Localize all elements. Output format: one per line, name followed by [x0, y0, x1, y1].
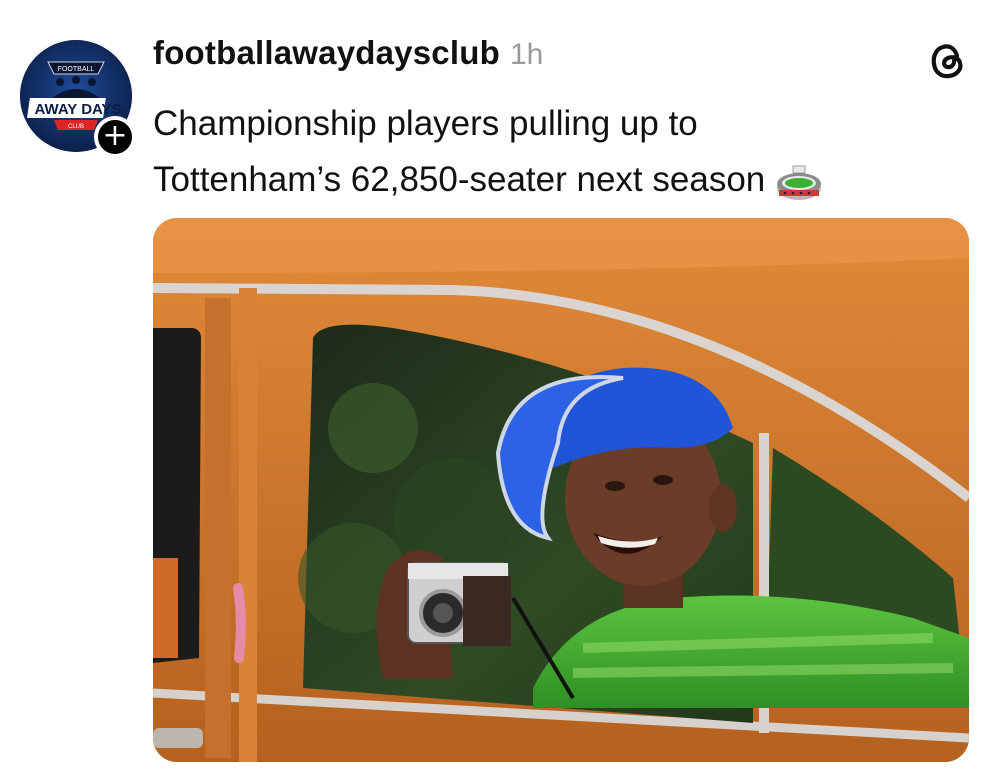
- svg-text:AWAY DAYS: AWAY DAYS: [35, 101, 122, 118]
- username-link[interactable]: footballawaydaysclub: [153, 34, 500, 72]
- caption-line-2: Tottenham’s 62,850-seater next season: [153, 160, 766, 199]
- post-image[interactable]: [153, 218, 969, 762]
- plus-icon: +: [102, 118, 128, 153]
- threads-post: FOOTBALL AWAY DAYS CLUB + footballawayda…: [0, 0, 1000, 782]
- threads-icon[interactable]: [926, 38, 970, 82]
- follow-button[interactable]: +: [94, 116, 136, 158]
- post-timestamp: 1h: [509, 38, 544, 71]
- caption-line-2-wrap: Tottenham’s 62,850-seater next season: [153, 152, 933, 208]
- stadium-emoji-icon: [777, 165, 822, 200]
- post-header: footballawaydaysclub 1h: [153, 34, 543, 78]
- photo-man-with-camera-in-car: [153, 218, 969, 762]
- caption-line-1: Championship players pulling up to: [153, 104, 698, 143]
- post-caption: Championship players pulling up to Totte…: [153, 96, 933, 208]
- svg-text:CLUB: CLUB: [68, 124, 84, 130]
- svg-text:FOOTBALL: FOOTBALL: [58, 66, 95, 73]
